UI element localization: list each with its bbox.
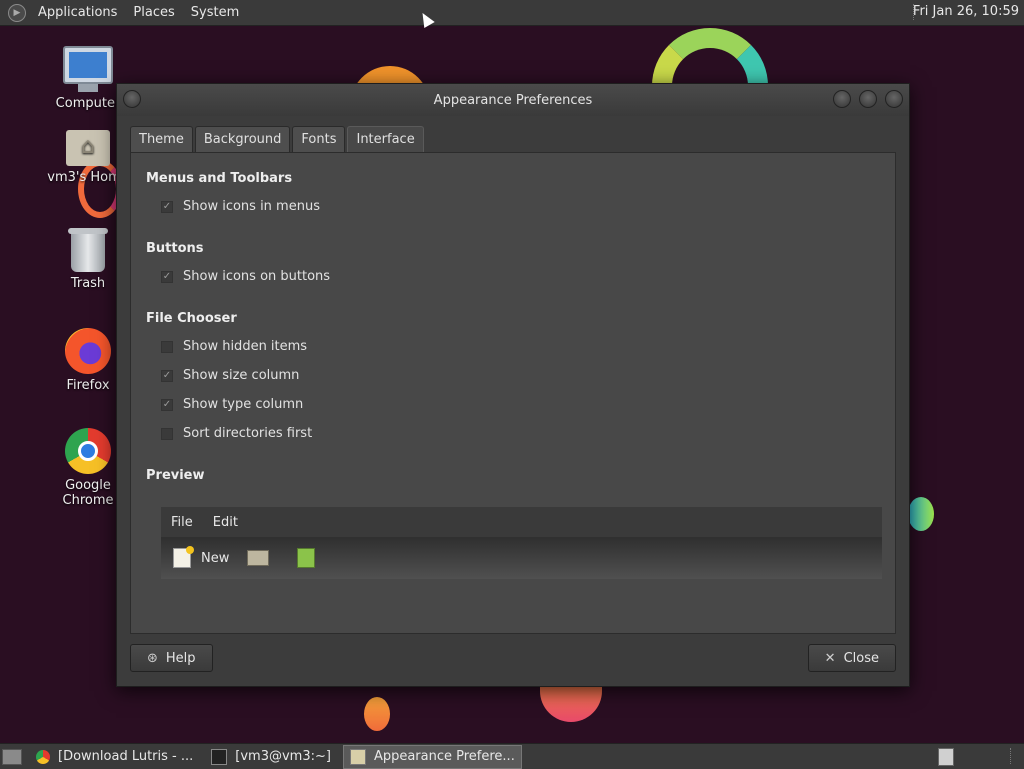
section-buttons: Buttons — [146, 241, 204, 256]
checkbox-label: Show icons in menus — [183, 199, 320, 214]
tab-fonts[interactable]: Fonts — [292, 126, 346, 153]
wallpaper-blob-orange — [364, 697, 390, 731]
task-label: [vm3@vm3:~] — [235, 749, 331, 764]
show-desktop-icon[interactable] — [2, 748, 22, 765]
tab-background[interactable]: Background — [194, 126, 291, 153]
window-title: Appearance Preferences — [433, 92, 593, 108]
checkbox-show-icons-buttons[interactable]: ✓ Show icons on buttons — [161, 269, 330, 284]
window-titlebar[interactable]: Appearance Preferences — [117, 84, 909, 116]
menu-logo-icon[interactable]: ▶ — [8, 3, 26, 22]
desktop-icon-label: Firefox — [66, 378, 110, 393]
top-panel: ▶ Applications Places System Fri Jan 26,… — [0, 0, 1024, 26]
task-label: Appearance Prefere... — [373, 749, 515, 764]
desktop-icon-label: Trash — [70, 276, 106, 291]
tab-interface[interactable]: Interface — [347, 126, 424, 153]
help-button[interactable]: ⊛ Help — [130, 644, 213, 672]
appearance-preferences-window: Appearance Preferences Theme Background … — [116, 83, 910, 687]
preview-area: File Edit New — [161, 507, 882, 579]
close-button[interactable]: ✕ Close — [807, 644, 896, 672]
section-menus-toolbars: Menus and Toolbars — [146, 171, 293, 186]
appearance-icon — [349, 748, 366, 765]
places-menu[interactable]: Places — [125, 5, 182, 20]
task-browser[interactable]: [Download Lutris - ... — [30, 746, 199, 768]
preview-menubar: File Edit — [161, 507, 882, 537]
checkbox-show-type[interactable]: ✓ Show type column — [161, 397, 303, 412]
checkbox-label: Show size column — [183, 368, 300, 383]
preview-new-button[interactable]: New — [173, 546, 230, 568]
checkbox-box: ✓ — [161, 369, 173, 382]
wallpaper-blob-cyan — [908, 497, 934, 531]
checkbox-box: ✓ — [161, 398, 173, 411]
desktop-icon-label: Google Chrome — [62, 478, 114, 508]
interface-panel: Menus and Toolbars ✓ Show icons in menus… — [130, 152, 896, 634]
new-document-icon — [173, 546, 194, 568]
preview-new-label: New — [201, 550, 230, 566]
minimize-icon[interactable] — [833, 90, 851, 108]
checkbox-sort-dirs[interactable]: Sort directories first — [161, 426, 312, 441]
close-label: Close — [843, 650, 879, 666]
checkbox-label: Sort directories first — [183, 426, 313, 441]
checkbox-label: Show icons on buttons — [183, 269, 331, 284]
terminal-icon — [211, 748, 228, 765]
taskbar-separator — [1010, 748, 1013, 764]
bottom-taskbar: [Download Lutris - ... [vm3@vm3:~] Appea… — [0, 743, 1024, 769]
checkbox-box — [161, 427, 173, 440]
preview-menu-edit[interactable]: Edit — [203, 515, 248, 530]
window-menu-icon[interactable] — [123, 90, 141, 108]
preview-save-button[interactable] — [297, 548, 325, 568]
section-file-chooser: File Chooser — [146, 311, 237, 326]
checkbox-box: ✓ — [161, 200, 173, 213]
panel-clock[interactable]: Fri Jan 26, 10:59 — [913, 4, 1019, 19]
workspace-switcher[interactable] — [938, 748, 954, 766]
chrome-icon — [36, 749, 50, 764]
desktop-icon-label: Computer — [55, 96, 121, 111]
help-label: Help — [165, 650, 196, 666]
task-label: [Download Lutris - ... — [58, 749, 194, 764]
tab-bar: Theme Background Fonts Interface — [130, 126, 426, 153]
checkbox-show-size[interactable]: ✓ Show size column — [161, 368, 299, 383]
checkbox-label: Show hidden items — [183, 339, 308, 354]
close-icon: ✕ — [824, 650, 836, 666]
open-folder-icon — [247, 550, 270, 566]
tab-theme[interactable]: Theme — [130, 126, 193, 153]
applications-menu[interactable]: Applications — [30, 5, 125, 20]
checkbox-show-icons-menus[interactable]: ✓ Show icons in menus — [161, 199, 320, 214]
task-terminal[interactable]: [vm3@vm3:~] — [205, 746, 337, 768]
checkbox-show-hidden[interactable]: Show hidden items — [161, 339, 307, 354]
preview-toolbar: New — [161, 537, 882, 579]
checkbox-label: Show type column — [183, 397, 304, 412]
preview-open-button[interactable] — [247, 550, 279, 566]
maximize-icon[interactable] — [859, 90, 877, 108]
help-icon: ⊛ — [147, 650, 158, 666]
system-menu[interactable]: System — [183, 5, 247, 20]
close-window-icon[interactable] — [885, 90, 903, 108]
preview-menu-file[interactable]: File — [161, 515, 203, 530]
checkbox-box — [161, 340, 173, 353]
save-icon — [297, 548, 316, 568]
section-preview: Preview — [146, 468, 205, 483]
checkbox-box: ✓ — [161, 270, 173, 283]
task-appearance[interactable]: Appearance Prefere... — [342, 744, 522, 769]
